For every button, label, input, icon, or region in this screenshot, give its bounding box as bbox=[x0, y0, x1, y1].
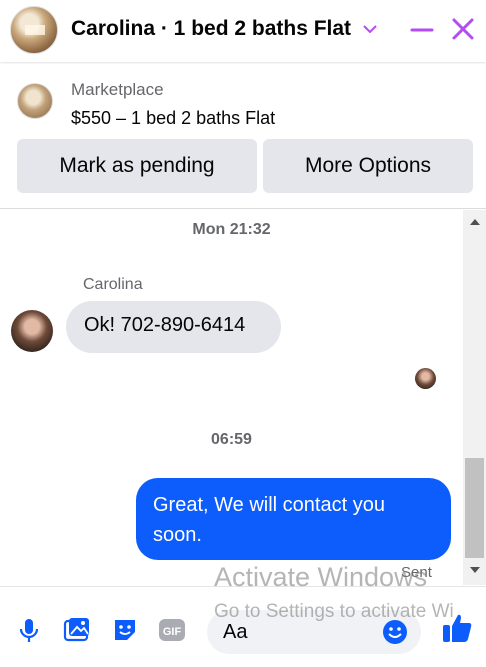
mark-as-pending-button[interactable]: Mark as pending bbox=[17, 139, 257, 193]
outgoing-message[interactable]: Great, We will contact you soon. bbox=[136, 478, 451, 560]
message-thread: Mon 21:32 Carolina Ok! 702-890-6414 06:5… bbox=[0, 210, 463, 585]
svg-text:GIF: GIF bbox=[163, 626, 182, 638]
timestamp: Mon 21:32 bbox=[192, 221, 271, 238]
listing-thumbnail[interactable] bbox=[17, 83, 53, 119]
sender-avatar[interactable] bbox=[11, 310, 53, 352]
activate-windows-watermark: Activate Windows bbox=[214, 562, 428, 592]
microphone-icon[interactable] bbox=[15, 616, 43, 644]
minimize-icon[interactable] bbox=[410, 18, 434, 42]
photo-icon[interactable] bbox=[63, 616, 91, 644]
chevron-down-icon[interactable] bbox=[361, 20, 379, 38]
more-options-button[interactable]: More Options bbox=[263, 139, 473, 193]
marketplace-banner: Marketplace $550 – 1 bed 2 baths Flat Ma… bbox=[0, 64, 486, 209]
scroll-up-arrow[interactable] bbox=[470, 219, 480, 225]
scroll-thumb[interactable] bbox=[465, 458, 484, 558]
listing-avatar[interactable] bbox=[10, 6, 58, 54]
marketplace-label: Marketplace bbox=[71, 80, 164, 99]
chat-header: Carolina · 1 bed 2 baths Flat bbox=[0, 0, 486, 62]
close-icon[interactable] bbox=[450, 16, 476, 42]
scrollbar[interactable] bbox=[463, 210, 486, 585]
seen-indicator-avatar bbox=[415, 368, 436, 389]
sticker-icon[interactable] bbox=[111, 616, 139, 644]
message-input-placeholder: Aa bbox=[223, 621, 248, 643]
listing-title[interactable]: $550 – 1 bed 2 baths Flat bbox=[71, 108, 275, 129]
gif-icon[interactable]: GIF bbox=[158, 616, 186, 644]
message-composer: GIF Aa bbox=[0, 586, 486, 667]
scroll-down-arrow[interactable] bbox=[470, 567, 480, 573]
chat-title[interactable]: Carolina · 1 bed 2 baths Flat bbox=[71, 17, 351, 41]
sender-name: Carolina bbox=[83, 276, 143, 293]
incoming-message[interactable]: Ok! 702-890-6414 bbox=[66, 301, 281, 353]
activate-windows-subtext: Go to Settings to activate Wi bbox=[214, 601, 454, 622]
timestamp: 06:59 bbox=[211, 431, 252, 448]
